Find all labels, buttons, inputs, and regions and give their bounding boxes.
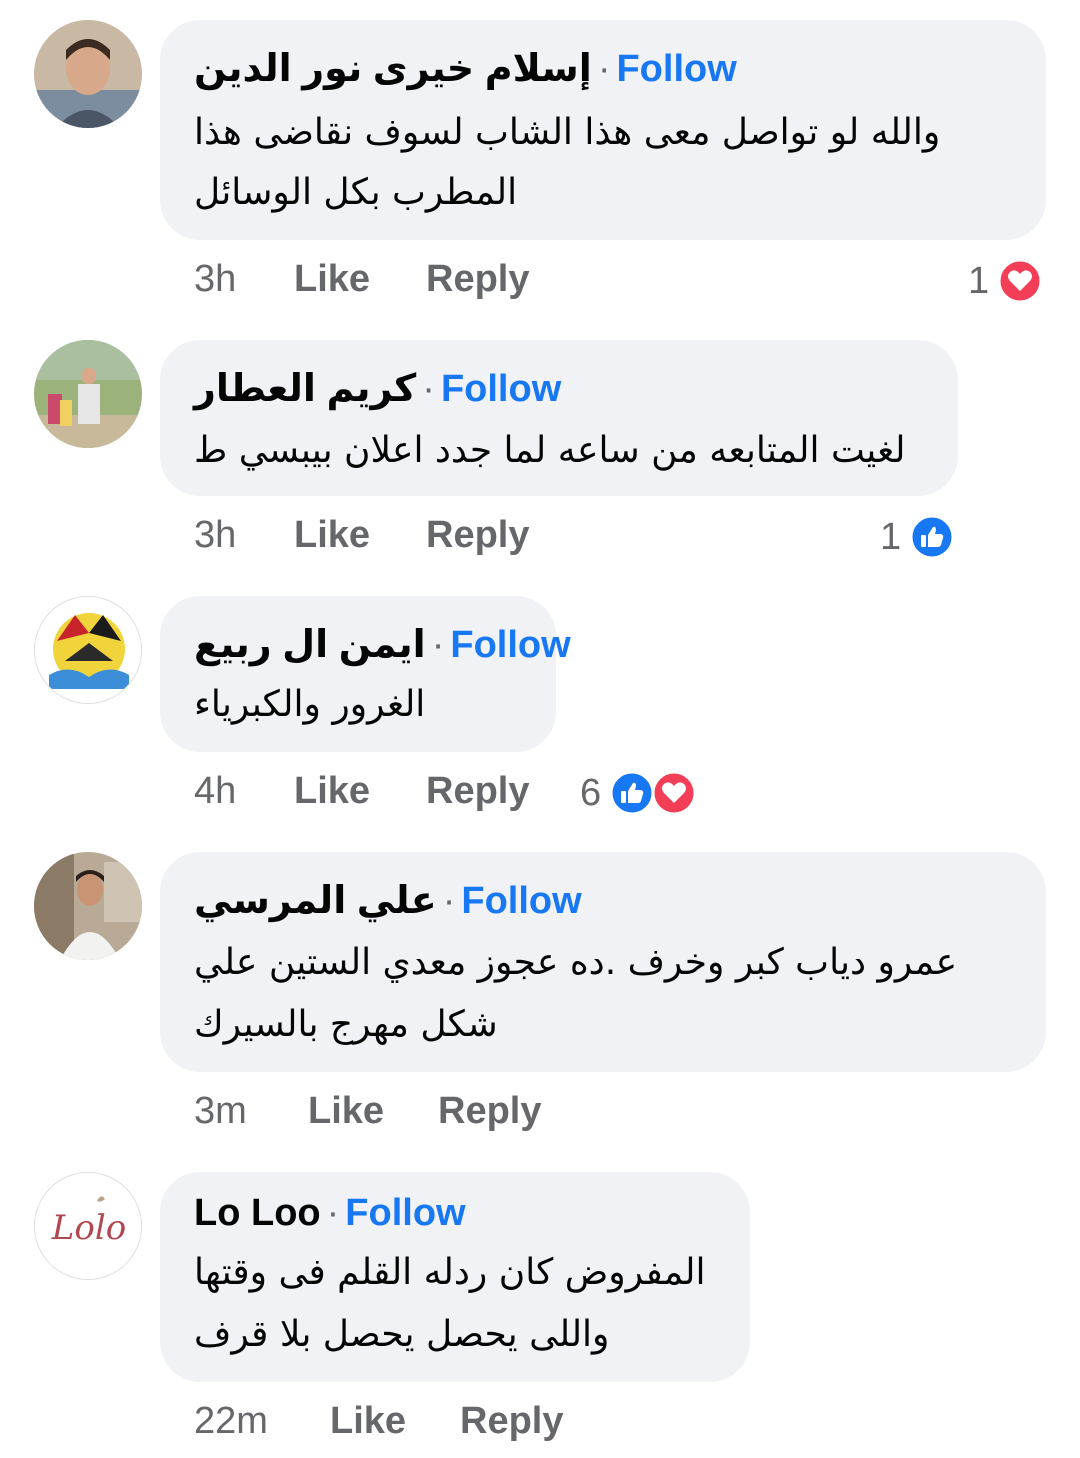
reply-button[interactable]: Reply	[438, 1090, 541, 1133]
comment-bubble: كريم العطار · Follow لغيت المتابعه من ساعه…	[160, 340, 958, 496]
like-button[interactable]: Like	[294, 514, 370, 557]
separator-dot: ·	[597, 48, 611, 90]
comment-bubble: علي المرسي · Follow عمرو دياب كبر وخرف .ده…	[160, 852, 1046, 1072]
timestamp[interactable]: 3m	[194, 1090, 247, 1133]
timestamp[interactable]: 3h	[194, 514, 236, 557]
author-line: Lo Loo · Follow	[194, 1192, 466, 1235]
author-line: إسلام خيرى نور الدين · Follow	[194, 46, 737, 91]
avatar[interactable]: Lolo	[34, 1172, 142, 1280]
heart-icon	[997, 258, 1043, 304]
author-name[interactable]: علي المرسي	[194, 880, 437, 922]
timestamp[interactable]: 4h	[194, 770, 236, 813]
reaction-summary[interactable]: 1	[880, 512, 955, 562]
comment-bubble: Lo Loo · Follow المفروض كان ردله القلم فى …	[160, 1172, 750, 1382]
like-icon	[909, 514, 955, 560]
comment-text-line: المطرب بكل الوسائل	[194, 172, 518, 213]
author-name[interactable]: Lo Loo	[194, 1192, 321, 1234]
avatar[interactable]	[34, 852, 142, 960]
author-name[interactable]: ايمن ال ربيع	[194, 624, 426, 666]
profile-logo	[35, 597, 141, 703]
like-icon	[609, 770, 655, 816]
reaction-count: 6	[580, 771, 602, 814]
follow-button[interactable]: Follow	[345, 1192, 465, 1234]
follow-button[interactable]: Follow	[616, 48, 736, 90]
reply-button[interactable]: Reply	[426, 514, 529, 557]
comment-text-line: لغيت المتابعه من ساعه لما جدد اعلان بيبس…	[194, 430, 906, 471]
author-name[interactable]: إسلام خيرى نور الدين	[194, 48, 592, 90]
timestamp[interactable]: 22m	[194, 1400, 268, 1443]
reply-button[interactable]: Reply	[426, 258, 529, 301]
author-line: ايمن ال ربيع · Follow	[194, 622, 571, 667]
like-button[interactable]: Like	[308, 1090, 384, 1133]
like-button[interactable]: Like	[294, 770, 370, 813]
profile-photo	[34, 20, 142, 128]
timestamp[interactable]: 3h	[194, 258, 236, 301]
like-button[interactable]: Like	[330, 1400, 406, 1443]
comment-text-line: المفروض كان ردله القلم فى وقتها	[194, 1252, 706, 1293]
profile-photo	[34, 852, 142, 960]
comment-text-line: شكل مهرج بالسيرك	[194, 1004, 498, 1045]
profile-photo	[34, 340, 142, 448]
heart-icon	[651, 770, 697, 816]
separator-dot: ·	[431, 624, 445, 666]
comment-bubble: إسلام خيرى نور الدين · Follow والله لو توا…	[160, 20, 1046, 240]
reaction-summary[interactable]: 1	[968, 256, 1043, 306]
separator-dot: ·	[442, 880, 456, 922]
reaction-count: 1	[968, 259, 990, 302]
comment-bubble: ايمن ال ربيع · Follow الغرور والكبرياء	[160, 596, 571, 752]
like-button[interactable]: Like	[294, 258, 370, 301]
follow-button[interactable]: Follow	[450, 624, 570, 666]
logo-text: Lolo	[51, 1208, 126, 1248]
follow-button[interactable]: Follow	[441, 368, 561, 410]
comment-text-line: واللى يحصل يحصل بلا قرف	[194, 1314, 610, 1355]
comment-text-line: الغرور والكبرياء	[194, 684, 426, 725]
comment-text-line: عمرو دياب كبر وخرف .ده عجوز معدي الستين …	[194, 942, 958, 983]
reply-button[interactable]: Reply	[426, 770, 529, 813]
separator-dot: ·	[326, 1192, 340, 1234]
profile-logo: Lolo	[35, 1173, 141, 1279]
reaction-count: 1	[880, 515, 902, 558]
author-line: كريم العطار · Follow	[194, 366, 561, 411]
separator-dot: ·	[422, 368, 435, 410]
author-name[interactable]: كريم العطار	[194, 368, 416, 410]
avatar[interactable]	[34, 20, 142, 128]
avatar[interactable]	[34, 596, 142, 704]
avatar[interactable]	[34, 340, 142, 448]
reaction-summary[interactable]: 6	[580, 768, 697, 818]
reply-button[interactable]: Reply	[460, 1400, 563, 1443]
author-line: علي المرسي · Follow	[194, 878, 582, 923]
follow-button[interactable]: Follow	[461, 880, 581, 922]
comment-text-line: والله لو تواصل معى هذا الشاب لسوف نقاضى …	[194, 112, 941, 153]
